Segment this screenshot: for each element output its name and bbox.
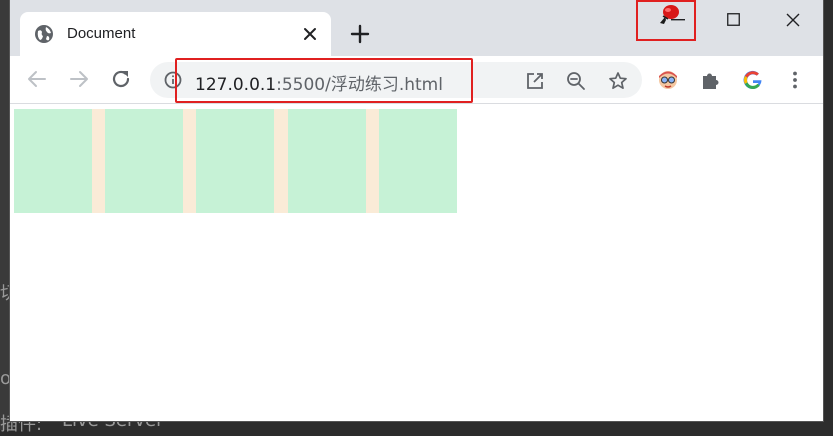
float-container <box>14 109 457 213</box>
globe-icon <box>35 25 53 43</box>
more-vert-icon[interactable] <box>784 69 806 91</box>
tab-document[interactable]: Document <box>20 12 331 56</box>
reload-icon[interactable] <box>110 68 132 90</box>
float-box <box>14 109 92 213</box>
minimize-icon <box>671 19 685 21</box>
close-icon <box>786 13 800 27</box>
window-close-button[interactable] <box>765 0 821 40</box>
maximize-icon <box>727 13 740 26</box>
maximize-button[interactable] <box>705 0 761 40</box>
close-icon[interactable] <box>301 25 319 43</box>
browser-window: Document 127.0.0.1:5500/浮动练习.html <box>10 0 823 421</box>
title-bar: Document <box>10 0 823 56</box>
google-icon[interactable] <box>742 69 764 91</box>
avatar-extension-icon[interactable] <box>657 69 679 91</box>
arrow-left-icon[interactable] <box>26 68 48 90</box>
open-external-icon[interactable] <box>525 71 545 91</box>
tab-title: Document <box>67 25 136 42</box>
puzzle-icon[interactable] <box>700 69 722 91</box>
float-box <box>379 109 457 213</box>
highlight-box-url <box>175 58 473 103</box>
page-viewport <box>10 104 823 421</box>
editor-gutter <box>0 0 10 430</box>
new-tab-plus-icon[interactable] <box>348 22 372 46</box>
float-box <box>105 109 183 213</box>
float-box <box>196 109 274 213</box>
arrow-right-icon[interactable] <box>68 68 90 90</box>
zoom-out-icon[interactable] <box>566 71 586 91</box>
float-box <box>288 109 366 213</box>
star-icon[interactable] <box>608 71 628 91</box>
